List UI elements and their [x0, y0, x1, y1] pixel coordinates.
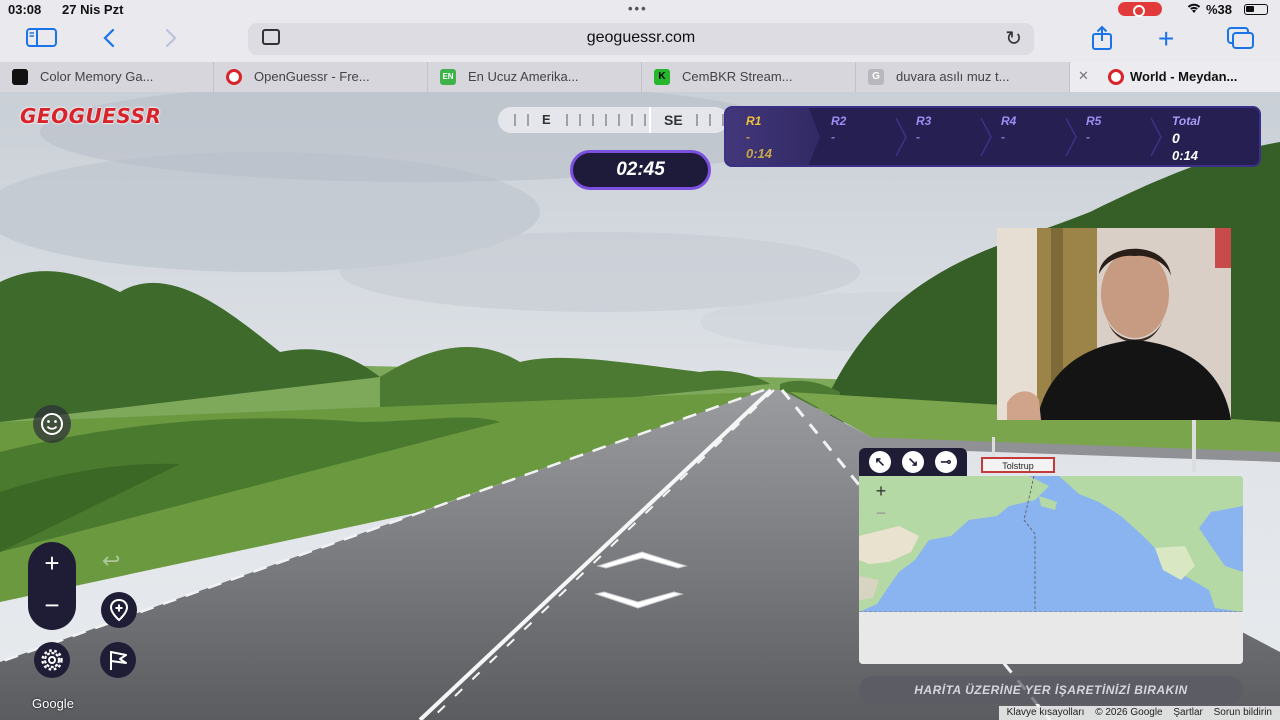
- status-time: 03:08: [8, 2, 42, 17]
- report-flag-button[interactable]: [100, 642, 136, 678]
- favicon-icon: K: [654, 69, 670, 85]
- pin-map-icon[interactable]: ⊸: [935, 451, 957, 473]
- screen-recording-icon[interactable]: [1118, 2, 1162, 17]
- reload-icon[interactable]: ↻: [1005, 26, 1022, 51]
- move-backward-arrow-icon[interactable]: [594, 591, 684, 609]
- zoom-out-button[interactable]: −: [28, 590, 76, 621]
- google-logo: Google: [32, 696, 74, 711]
- round-scoreboard: R1 - 0:14 R2 - R3 - R4 - R5 - Total 0 0:…: [724, 106, 1261, 167]
- world-map[interactable]: [859, 476, 1243, 664]
- streamer-video: [997, 228, 1231, 420]
- guess-map[interactable]: + −: [859, 476, 1243, 664]
- share-icon[interactable]: [1090, 25, 1114, 57]
- terms-link[interactable]: Şartlar: [1173, 707, 1202, 718]
- copyright-text: © 2026 Google: [1095, 707, 1163, 718]
- round-timer: 02:45: [570, 150, 711, 190]
- enlarge-map-icon[interactable]: ↖: [869, 451, 891, 473]
- geoguessr-logo[interactable]: GEOGUESSR: [20, 104, 161, 128]
- minimap-toolbar: ↖ ↘ ⊸: [859, 448, 967, 476]
- street-view[interactable]: Tolstrup GEOGUESSR E SE 02:45 R1 - 0:14 …: [0, 92, 1280, 720]
- compass[interactable]: E SE: [498, 107, 728, 133]
- tab-openguessr[interactable]: OpenGuessr - Fre...: [214, 62, 428, 92]
- tab-en-ucuz[interactable]: EN En Ucuz Amerika...: [428, 62, 642, 92]
- tab-world-meydan[interactable]: ✕ World - Meydan...: [1070, 62, 1280, 92]
- undo-move-icon[interactable]: ↩: [102, 548, 120, 574]
- map-attribution: Klavye kısayolları © 2026 Google Şartlar…: [998, 706, 1280, 720]
- flag-icon: [110, 651, 127, 670]
- multitasking-dots-icon[interactable]: •••: [628, 1, 648, 16]
- report-problem-link[interactable]: Sorun bildirin: [1214, 707, 1272, 718]
- status-bar: 03:08 27 Nis Pzt ••• %38: [0, 0, 1280, 18]
- battery-icon: [1244, 4, 1268, 15]
- tab-title: OpenGuessr - Fre...: [254, 69, 370, 84]
- settings-button[interactable]: [34, 642, 70, 678]
- favicon-icon: [12, 69, 28, 85]
- address-bar[interactable]: geoguessr.com ↻: [248, 23, 1034, 55]
- close-tab-icon[interactable]: ✕: [1078, 68, 1089, 84]
- compass-label-e: E: [542, 112, 551, 127]
- status-date: 27 Nis Pzt: [62, 2, 124, 17]
- tab-title: Color Memory Ga...: [40, 69, 154, 84]
- forward-icon[interactable]: [163, 27, 179, 55]
- zoom-in-button[interactable]: +: [28, 548, 76, 579]
- tab-title: duvara asılı muz t...: [896, 69, 1010, 84]
- keyboard-shortcuts-link[interactable]: Klavye kısayolları: [1007, 707, 1085, 718]
- emote-button[interactable]: [33, 405, 71, 443]
- back-icon[interactable]: [101, 27, 117, 55]
- tab-cembkr[interactable]: K CemBKR Stream...: [642, 62, 856, 92]
- return-to-start-button[interactable]: [101, 592, 137, 628]
- pin-plus-icon: [109, 598, 129, 622]
- new-tab-icon[interactable]: +: [1158, 23, 1174, 55]
- gear-icon: [41, 649, 63, 671]
- tab-title: En Ucuz Amerika...: [468, 69, 579, 84]
- favicon-icon: [1108, 69, 1124, 85]
- move-arrows[interactable]: [592, 548, 692, 612]
- tab-overview-icon[interactable]: [1227, 27, 1255, 55]
- browser-toolbar: geoguessr.com ↻ +: [0, 18, 1280, 62]
- webcam-overlay: [997, 228, 1231, 420]
- compass-label-se: SE: [664, 112, 683, 128]
- screen: 03:08 27 Nis Pzt ••• %38 geoguessr.com ↻…: [0, 0, 1280, 720]
- tab-bar: Color Memory Ga... OpenGuessr - Fre... E…: [0, 62, 1280, 92]
- url-text[interactable]: geoguessr.com: [248, 29, 1034, 47]
- map-zoom-out-button[interactable]: −: [871, 503, 891, 523]
- place-guess-button[interactable]: HARİTA ÜZERİNE YER İŞARETİNİZİ BIRAKIN: [859, 676, 1243, 704]
- zoom-control: + −: [28, 542, 76, 630]
- favicon-icon: G: [868, 69, 884, 85]
- shrink-map-icon[interactable]: ↘: [902, 451, 924, 473]
- map-zoom-in-button[interactable]: +: [871, 481, 891, 501]
- move-forward-arrow-icon[interactable]: [596, 551, 688, 569]
- tab-color-memory[interactable]: Color Memory Ga...: [0, 62, 214, 92]
- smiley-icon: [41, 413, 63, 435]
- road-sign-text: Tolstrup: [1002, 461, 1034, 471]
- sidebar-toggle-icon[interactable]: [26, 27, 58, 55]
- battery-level: %38: [1206, 2, 1233, 17]
- wifi-icon: [1186, 1, 1202, 18]
- tab-title: CemBKR Stream...: [682, 69, 793, 84]
- compass-ticks: [514, 107, 724, 133]
- tab-duvara[interactable]: G duvara asılı muz t...: [856, 62, 1070, 92]
- round-dividers: [895, 117, 1162, 157]
- favicon-icon: EN: [440, 69, 456, 85]
- tab-title: World - Meydan...: [1130, 69, 1238, 84]
- favicon-icon: [226, 69, 242, 85]
